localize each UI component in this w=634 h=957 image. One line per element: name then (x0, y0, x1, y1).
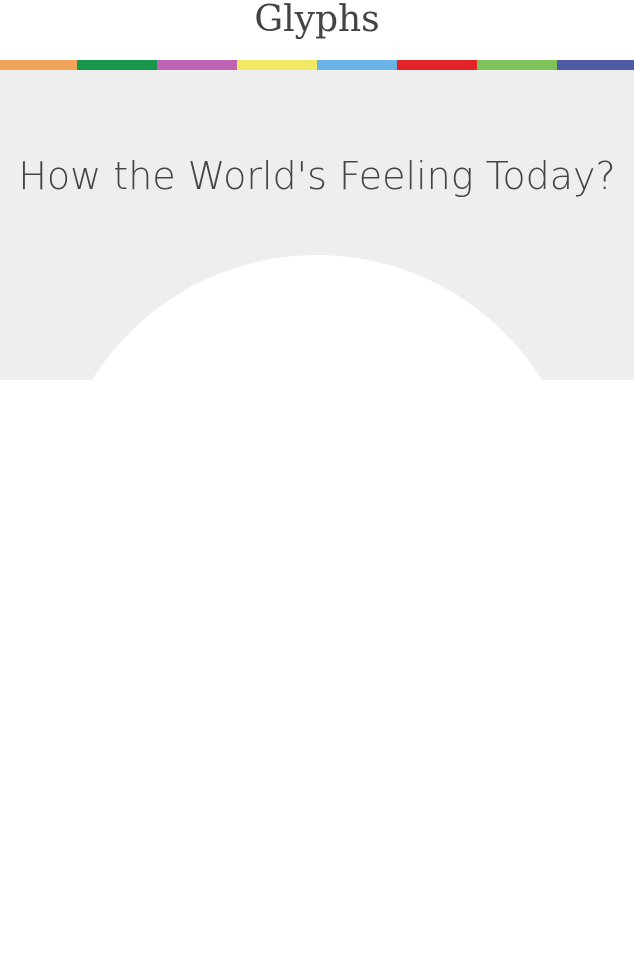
stripe-light-green (477, 60, 557, 70)
stripe-purple (157, 60, 237, 70)
hero-title: How the World's Feeling Today? (18, 154, 616, 199)
stripe-red (397, 60, 477, 70)
header: Glyphs (0, 0, 634, 60)
hero-section: How the World's Feeling Today? (0, 70, 634, 380)
stripe-green (77, 60, 157, 70)
glyphs-logo[interactable]: Glyphs (254, 0, 379, 40)
content-area (0, 380, 634, 957)
stripe-yellow (237, 60, 317, 70)
stripe-indigo (557, 60, 634, 70)
page: Glyphs How the World's Feeling Today? (0, 0, 634, 957)
mood-semicircle (52, 255, 582, 380)
color-stripe (0, 60, 634, 70)
stripe-orange (0, 60, 77, 70)
stripe-blue (317, 60, 397, 70)
